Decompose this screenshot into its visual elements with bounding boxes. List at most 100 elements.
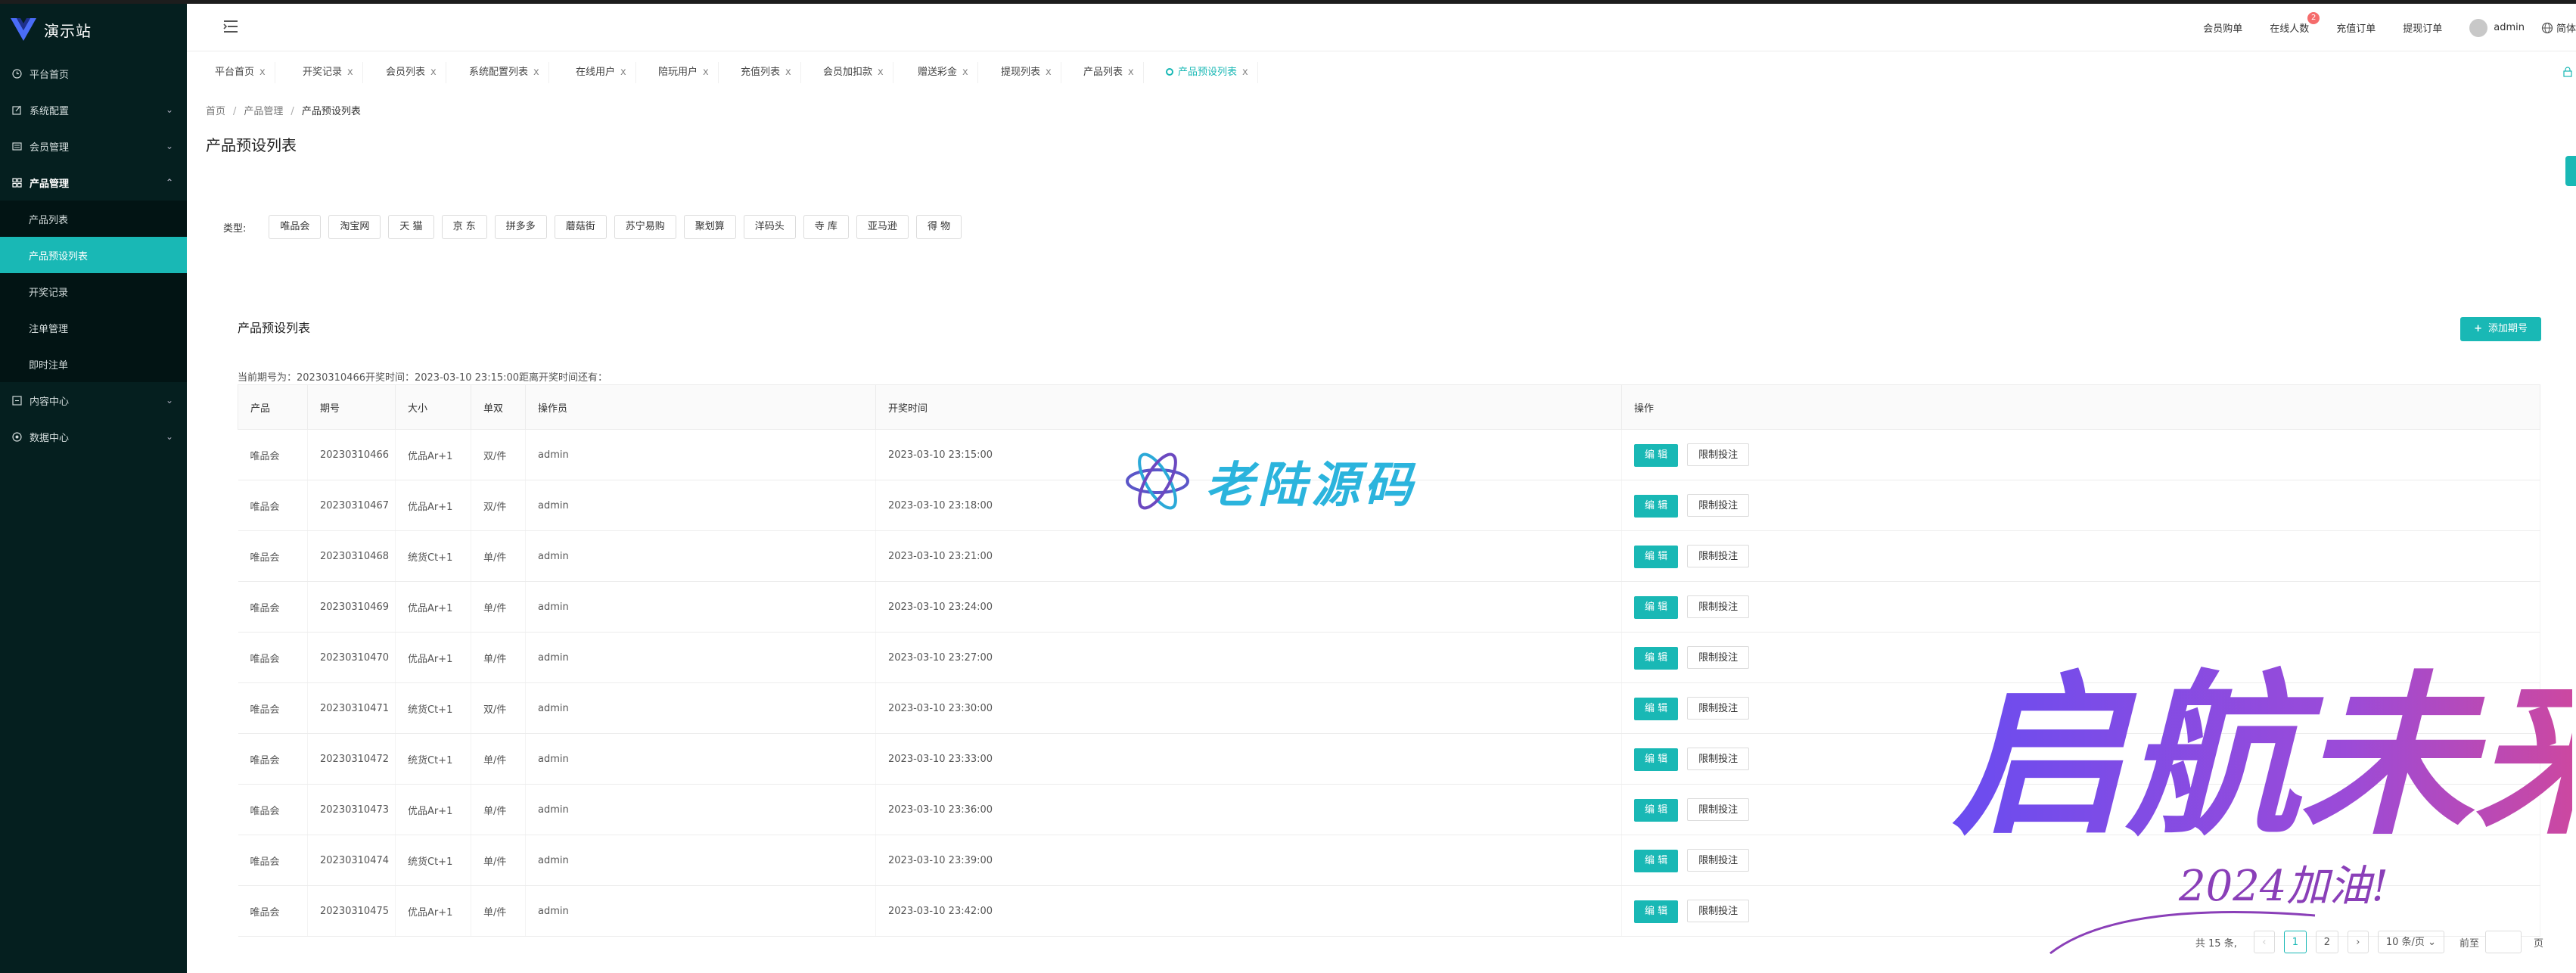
avatar[interactable]	[2469, 18, 2488, 37]
close-icon[interactable]: x	[620, 67, 626, 78]
table-cell: 单/件	[471, 632, 526, 683]
limit-bet-button[interactable]: 限制投注	[1687, 645, 1750, 669]
table-cell: admin	[525, 429, 876, 480]
sidebar-item-product-preset-list[interactable]: 产品预设列表	[0, 237, 187, 273]
filter-chip[interactable]: 蘑菇街	[554, 215, 607, 239]
limit-bet-button[interactable]: 限制投注	[1687, 595, 1750, 618]
logo[interactable]: 演示站	[0, 4, 187, 55]
edit-button[interactable]: 编 辑	[1634, 849, 1679, 872]
limit-bet-button[interactable]: 限制投注	[1687, 493, 1750, 517]
limit-bet-button[interactable]: 限制投注	[1687, 899, 1750, 922]
sidebar-item-home[interactable]: 平台首页	[0, 55, 187, 92]
tab-label: 开奖记录	[303, 67, 343, 78]
table-cell: 唯品会	[238, 581, 308, 633]
close-icon[interactable]: x	[430, 67, 437, 78]
sidebar-item-data[interactable]: 数据中心 ⌄	[0, 418, 187, 455]
breadcrumb-current: 产品预设列表	[301, 106, 361, 117]
sidebar-item-members[interactable]: 会员管理 ⌄	[0, 128, 187, 164]
chevron-down-icon: ⌄	[165, 141, 173, 151]
table-cell: 20230310474	[307, 835, 396, 886]
limit-bet-button[interactable]: 限制投注	[1687, 848, 1750, 872]
filter-chip[interactable]: 京 东	[441, 215, 487, 239]
menu-toggle-icon[interactable]	[221, 17, 241, 36]
edit-button[interactable]: 编 辑	[1634, 443, 1679, 467]
clock-icon	[11, 67, 23, 79]
tab-label: 产品列表	[1083, 67, 1123, 78]
tab-member-balance-adjust[interactable]: 会员加扣款 x	[814, 62, 893, 83]
close-icon[interactable]: x	[1242, 67, 1248, 78]
edit-button[interactable]: 编 辑	[1634, 595, 1679, 619]
edit-button[interactable]: 编 辑	[1634, 900, 1679, 923]
sidebar-item-label: 即时注单	[29, 359, 69, 371]
tab-draw-records[interactable]: 开奖记录 x	[294, 62, 363, 83]
limit-bet-button[interactable]: 限制投注	[1687, 747, 1750, 770]
edit-button[interactable]: 编 辑	[1634, 748, 1679, 771]
filter-chip[interactable]: 聚划算	[683, 215, 736, 239]
sidebar-item-draw-records[interactable]: 开奖记录	[0, 273, 187, 309]
tab-recharge-list[interactable]: 充值列表 x	[732, 62, 801, 83]
header-link-withdraw-orders[interactable]: 提现订单	[2403, 20, 2442, 35]
edit-button[interactable]: 编 辑	[1634, 798, 1679, 822]
lock-icon[interactable]	[2562, 67, 2573, 77]
globe-icon[interactable]	[2541, 22, 2553, 34]
header-link-recharge-orders[interactable]: 充值订单	[2336, 20, 2376, 35]
tab-system-config-list[interactable]: 系统配置列表 x	[460, 62, 549, 83]
limit-bet-button[interactable]: 限制投注	[1687, 443, 1750, 466]
close-icon[interactable]: x	[1046, 67, 1052, 78]
filter-chip[interactable]: 寺 库	[803, 215, 849, 239]
edit-button[interactable]: 编 辑	[1634, 494, 1679, 518]
close-icon[interactable]: x	[1128, 67, 1134, 78]
limit-bet-button[interactable]: 限制投注	[1687, 696, 1750, 720]
header-link-online-users[interactable]: 在线人数 2	[2270, 12, 2320, 35]
filter-chip[interactable]: 唯品会	[269, 215, 322, 239]
add-period-button[interactable]: + 添加期号	[2460, 317, 2541, 341]
filter-chip[interactable]: 淘宝网	[328, 215, 381, 239]
sidebar-item-label: 平台首页	[30, 69, 70, 81]
side-drawer-handle[interactable]	[2565, 156, 2576, 186]
slogan-sub-text: 2024加油!	[2178, 862, 2388, 911]
tab-label: 会员列表	[386, 67, 426, 78]
sidebar-item-live-bets[interactable]: 即时注单	[0, 346, 187, 382]
edit-button[interactable]: 编 辑	[1634, 697, 1679, 720]
tab-bonus[interactable]: 赠送彩金 x	[909, 62, 978, 83]
table-cell: 唯品会	[238, 835, 308, 886]
close-icon[interactable]: x	[703, 67, 709, 78]
tab-product-list[interactable]: 产品列表 x	[1074, 62, 1144, 83]
close-icon[interactable]: x	[878, 67, 884, 78]
top-header: 会员购单 在线人数 2 充值订单 提现订单 admin 简体	[187, 0, 2576, 51]
tab-online-users[interactable]: 在线用户 x	[567, 62, 636, 83]
edit-button[interactable]: 编 辑	[1634, 646, 1679, 670]
close-icon[interactable]: x	[533, 67, 539, 78]
filter-chip[interactable]: 亚马逊	[856, 215, 909, 239]
filter-chip[interactable]: 苏宁易购	[614, 215, 676, 239]
close-icon[interactable]: x	[785, 67, 791, 78]
tab-platform-home[interactable]: 平台首页 x	[206, 62, 275, 83]
sidebar-item-bet-management[interactable]: 注单管理	[0, 309, 187, 346]
table-cell: 统货Ct+1	[395, 835, 471, 886]
breadcrumb-home[interactable]: 首页	[206, 106, 225, 117]
close-icon[interactable]: x	[259, 67, 266, 78]
sidebar-item-product-list[interactable]: 产品列表	[0, 201, 187, 237]
tab-member-list[interactable]: 会员列表 x	[377, 62, 446, 83]
filter-chip[interactable]: 得 物	[915, 215, 962, 239]
table-cell-actions: 编 辑限制投注	[1621, 530, 2540, 582]
filter-chip[interactable]: 天 猫	[388, 215, 434, 239]
username[interactable]: admin	[2494, 22, 2525, 33]
filter-chip[interactable]: 拼多多	[494, 215, 547, 239]
edit-button[interactable]: 编 辑	[1634, 545, 1679, 568]
breadcrumb-section[interactable]: 产品管理	[244, 106, 283, 117]
tab-companion-users[interactable]: 陪玩用户 x	[649, 62, 719, 83]
limit-bet-button[interactable]: 限制投注	[1687, 797, 1750, 821]
active-dot-icon	[1166, 68, 1173, 76]
sidebar-item-products[interactable]: 产品管理 ⌃	[0, 164, 187, 201]
filter-chip[interactable]: 洋码头	[743, 215, 796, 239]
tab-product-preset-list[interactable]: 产品预设列表 x	[1157, 62, 1258, 83]
language-switch[interactable]: 简体	[2556, 20, 2576, 35]
close-icon[interactable]: x	[347, 67, 353, 78]
close-icon[interactable]: x	[962, 67, 968, 78]
limit-bet-button[interactable]: 限制投注	[1687, 544, 1750, 567]
header-link-member-orders[interactable]: 会员购单	[2203, 20, 2242, 35]
tab-withdraw-list[interactable]: 提现列表 x	[992, 62, 1061, 83]
sidebar-item-system[interactable]: 系统配置 ⌄	[0, 92, 187, 128]
sidebar-item-content[interactable]: 内容中心 ⌄	[0, 382, 187, 418]
